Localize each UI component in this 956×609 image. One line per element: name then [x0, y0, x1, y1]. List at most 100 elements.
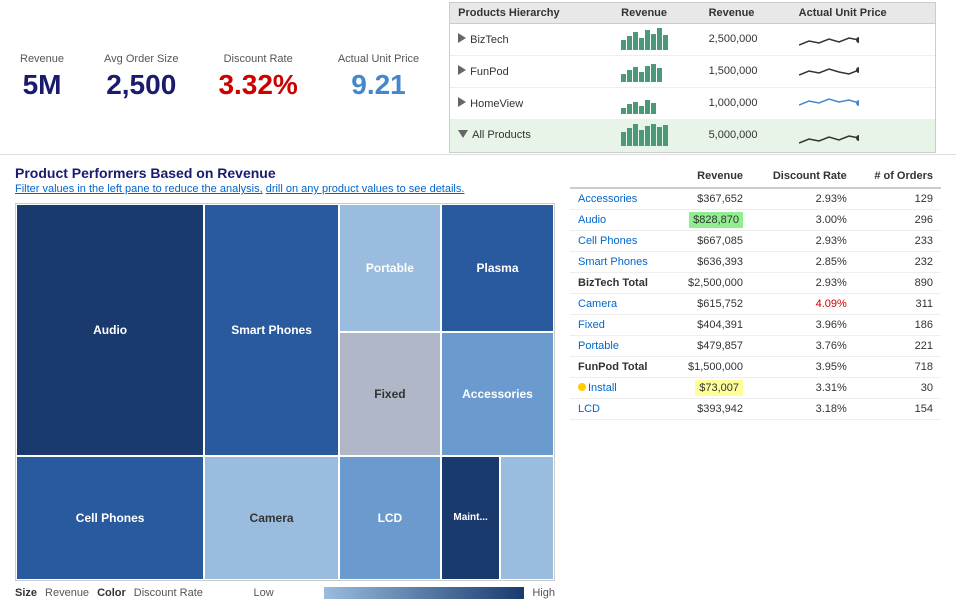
mini-bars-cell	[613, 55, 700, 87]
treemap-cell-portable[interactable]: Portable	[339, 204, 441, 332]
table-row: Portable $479,857 3.76% 221	[570, 336, 941, 357]
bar	[633, 32, 638, 50]
row-name: FunPod Total	[570, 357, 669, 378]
kpi-revenue-value: 5M	[20, 69, 64, 101]
subtitle-link[interactable]: drill on any product values to see detai…	[266, 183, 465, 195]
kpi-unit-price-label: Actual Unit Price	[338, 53, 419, 65]
expand-icon[interactable]	[458, 97, 466, 107]
row-revenue: $667,085	[669, 231, 751, 252]
hierarchy-name[interactable]: All Products	[450, 119, 613, 151]
legend-bar: Size Revenue Color Discount Rate Low Hig…	[15, 587, 555, 599]
unit-price-sparkline	[791, 23, 935, 55]
bar	[639, 72, 644, 82]
row-revenue: $636,393	[669, 252, 751, 273]
table-row: LCD $393,942 3.18% 154	[570, 399, 941, 420]
row-orders: 311	[855, 294, 941, 315]
legend-gradient	[324, 587, 524, 599]
bar	[657, 127, 662, 146]
bar	[645, 126, 650, 146]
row-orders: 718	[855, 357, 941, 378]
row-name: BizTech Total	[570, 273, 669, 294]
expand-icon[interactable]	[458, 33, 466, 43]
table-header-row: Revenue Discount Rate # of Orders	[570, 165, 941, 188]
row-discount: 2.93%	[751, 188, 855, 210]
expand-icon[interactable]	[458, 65, 466, 75]
legend-color-label: Color	[97, 587, 126, 599]
legend-size-value: Revenue	[45, 587, 89, 599]
treemap-cell-accessories[interactable]: Accessories	[441, 332, 554, 456]
mini-bar-chart	[621, 92, 692, 114]
kpi-bar: Revenue 5M Avg Order Size 2,500 Discount…	[0, 0, 956, 155]
treemap-cell-cellphones[interactable]: Cell Phones	[16, 456, 204, 580]
treemap-cell-camera[interactable]: Camera	[204, 456, 339, 580]
row-name[interactable]: Fixed	[570, 315, 669, 336]
treemap-cell-extra[interactable]	[500, 456, 554, 580]
chart-title: Product Performers Based on Revenue	[15, 165, 555, 181]
row-discount: 3.18%	[751, 399, 855, 420]
legend-color-value: Discount Rate	[134, 587, 203, 599]
bar	[627, 70, 632, 82]
kpi-avg-order-value: 2,500	[104, 69, 178, 101]
row-orders: 129	[855, 188, 941, 210]
data-table: Revenue Discount Rate # of Orders Access…	[570, 165, 941, 420]
row-name[interactable]: LCD	[570, 399, 669, 420]
kpi-revenue-label: Revenue	[20, 53, 64, 65]
mini-bar-chart	[621, 124, 692, 146]
treemap-cell-maint[interactable]: Maint...	[441, 456, 500, 580]
bar	[621, 74, 626, 82]
kpi-discount-value: 3.32%	[218, 69, 297, 101]
treemap-cell-smartphones[interactable]: Smart Phones	[204, 204, 339, 456]
row-revenue: $2,500,000	[669, 273, 751, 294]
row-revenue: $404,391	[669, 315, 751, 336]
kpi-avg-order-label: Avg Order Size	[104, 53, 178, 65]
products-hierarchy-table: Products Hierarchy Revenue Revenue Actua…	[449, 2, 936, 153]
row-name[interactable]: Install	[570, 378, 669, 399]
bar	[621, 108, 626, 114]
row-discount: 3.96%	[751, 315, 855, 336]
col-revenue-num: Revenue	[701, 3, 791, 24]
revenue-value: 5,000,000	[701, 119, 791, 151]
mini-bars-cell	[613, 119, 700, 151]
unit-price-sparkline	[791, 55, 935, 87]
row-discount: 2.85%	[751, 252, 855, 273]
kpi-metrics: Revenue 5M Avg Order Size 2,500 Discount…	[20, 53, 419, 101]
row-orders: 186	[855, 315, 941, 336]
highlight-yellow: $73,007	[695, 380, 743, 396]
row-name[interactable]: Accessories	[570, 188, 669, 210]
treemap-cell-lcd[interactable]: LCD	[339, 456, 441, 580]
treemap-inner: Audio Smart Phones Portable Plasma Fixed…	[16, 204, 554, 580]
collapse-icon[interactable]	[458, 130, 468, 138]
bar	[657, 68, 662, 82]
hierarchy-name[interactable]: BizTech	[450, 23, 613, 55]
treemap-cell-fixed[interactable]: Fixed	[339, 332, 441, 456]
col-unit-price-mini: Actual Unit Price	[791, 3, 935, 24]
table-row: BizTech Total $2,500,000 2.93% 890	[570, 273, 941, 294]
legend-high: High	[532, 587, 555, 599]
mini-bar-chart	[621, 60, 692, 82]
row-name[interactable]: Audio	[570, 210, 669, 231]
bottom-section: Product Performers Based on Revenue Filt…	[0, 155, 956, 609]
row-name[interactable]: Camera	[570, 294, 669, 315]
flag-icon	[578, 383, 586, 391]
row-orders: 296	[855, 210, 941, 231]
hierarchy-name[interactable]: FunPod	[450, 55, 613, 87]
col-hierarchy: Products Hierarchy	[450, 3, 613, 24]
col-orders-header: # of Orders	[855, 165, 941, 188]
table-row: Smart Phones $636,393 2.85% 232	[570, 252, 941, 273]
row-orders: 890	[855, 273, 941, 294]
revenue-value: 1,000,000	[701, 87, 791, 119]
treemap-cell-plasma[interactable]: Plasma	[441, 204, 554, 332]
bar	[639, 106, 644, 114]
table-row: BizTech	[450, 23, 935, 55]
row-name[interactable]: Portable	[570, 336, 669, 357]
row-name[interactable]: Smart Phones	[570, 252, 669, 273]
kpi-discount-label: Discount Rate	[218, 53, 297, 65]
row-revenue: $73,007	[669, 378, 751, 399]
bar	[633, 124, 638, 146]
row-name[interactable]: Cell Phones	[570, 231, 669, 252]
hierarchy-name[interactable]: HomeView	[450, 87, 613, 119]
treemap-cell-audio[interactable]: Audio	[16, 204, 204, 456]
row-revenue: $1,500,000	[669, 357, 751, 378]
unit-price-sparkline	[791, 87, 935, 119]
row-discount: 3.31%	[751, 378, 855, 399]
